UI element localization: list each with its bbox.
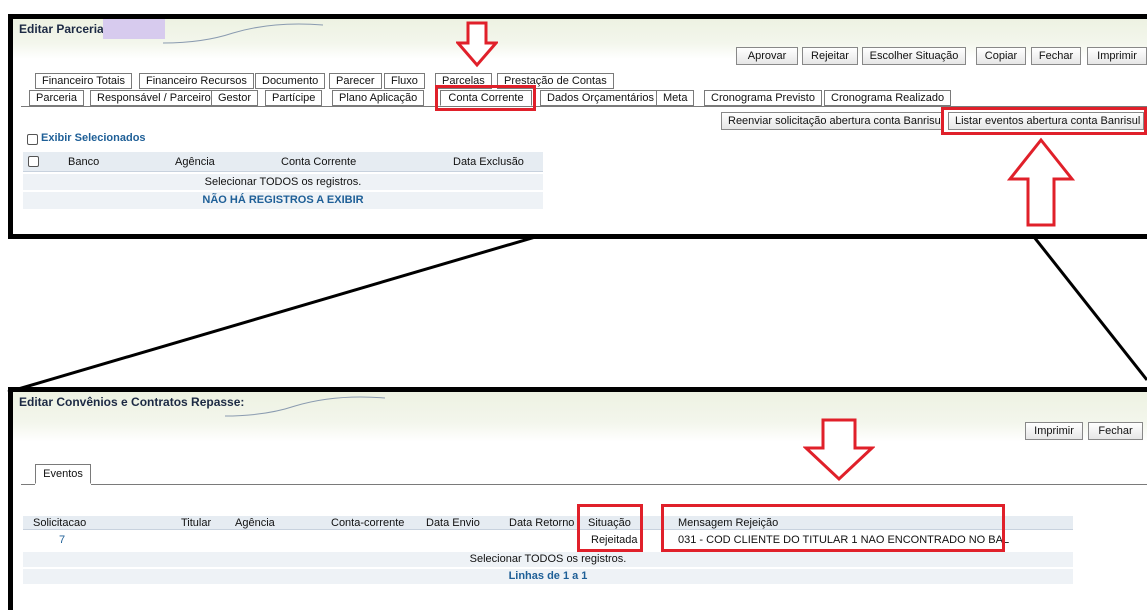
tab-parceria[interactable]: Parceria bbox=[29, 90, 84, 106]
column-conta-corrente: Conta Corrente bbox=[281, 156, 357, 168]
column-data-exclusao: Data Exclusão bbox=[453, 156, 524, 168]
tab-fluxo[interactable]: Fluxo bbox=[384, 73, 425, 89]
row-situacao: Rejeitada bbox=[591, 534, 638, 546]
select-all-label[interactable]: Selecionar TODOS os registros. bbox=[23, 176, 543, 188]
column-solicitacao: Solicitacao bbox=[33, 517, 87, 529]
accounts-grid-header: Banco Agência Conta Corrente Data Exclus… bbox=[23, 152, 543, 172]
close-button[interactable]: Fechar bbox=[1088, 422, 1143, 440]
events-grid-header: Solicitacao Titular Agência Conta-corren… bbox=[23, 516, 1073, 530]
column-mensagem-rejeicao: Mensagem Rejeição bbox=[678, 517, 779, 529]
copy-button[interactable]: Copiar bbox=[976, 47, 1026, 65]
approve-button[interactable]: Aprovar bbox=[736, 47, 798, 65]
tab-participe[interactable]: Partícipe bbox=[265, 90, 323, 106]
select-all-row[interactable]: Selecionar TODOS os registros. bbox=[23, 551, 1073, 567]
tab-eventos[interactable]: Eventos bbox=[35, 464, 91, 484]
reject-button[interactable]: Rejeitar bbox=[802, 47, 858, 65]
tab-parcelas[interactable]: Parcelas bbox=[435, 73, 492, 89]
table-row[interactable]: 7 Rejeitada 031 - COD CLIENTE DO TITULAR… bbox=[23, 531, 1073, 550]
show-selected-checkbox[interactable] bbox=[27, 134, 38, 145]
tab-cronograma-realizado[interactable]: Cronograma Realizado bbox=[824, 90, 952, 106]
events-panel: Editar Convênios e Contratos Repasse: Im… bbox=[8, 387, 1147, 610]
column-agencia: Agência bbox=[175, 156, 215, 168]
row-mensagem: 031 - COD CLIENTE DO TITULAR 1 NAO ENCON… bbox=[678, 534, 1010, 546]
column-banco: Banco bbox=[68, 156, 100, 168]
tab-responsavel-parceiro[interactable]: Responsável / Parceiro bbox=[90, 90, 218, 106]
list-account-events-button[interactable]: Listar eventos abertura conta Banrisul bbox=[948, 112, 1144, 130]
tab-dados-orcamentarios[interactable]: Dados Orçamentários bbox=[540, 90, 661, 106]
edit-partnership-panel: Editar Parceria: Aprovar Rejeitar Escolh… bbox=[8, 14, 1147, 239]
empty-state-text: NÃO HÁ REGISTROS A EXIBIR bbox=[202, 194, 364, 206]
tab-cronograma-previsto[interactable]: Cronograma Previsto bbox=[704, 90, 822, 106]
column-titular: Titular bbox=[181, 517, 212, 529]
tab-gestor[interactable]: Gestor bbox=[211, 90, 259, 106]
title-curve bbox=[163, 23, 323, 44]
row-solicitacao[interactable]: 7 bbox=[59, 534, 65, 546]
tab-underline bbox=[21, 484, 1147, 485]
column-data-retorno: Data Retorno bbox=[509, 517, 575, 529]
column-situacao: Situação bbox=[588, 517, 631, 529]
tab-underline bbox=[21, 106, 1147, 107]
print-button[interactable]: Imprimir bbox=[1087, 47, 1147, 65]
pagination-row: Linhas de 1 a 1 bbox=[23, 568, 1073, 584]
page-title: Editar Convênios e Contratos Repasse: bbox=[19, 395, 245, 409]
choose-status-button[interactable]: Escolher Situação bbox=[862, 47, 966, 65]
tab-documento[interactable]: Documento bbox=[255, 73, 326, 89]
tab-financeiro-totais[interactable]: Financeiro Totais bbox=[35, 73, 132, 89]
tab-financeiro-recursos[interactable]: Financeiro Recursos bbox=[139, 73, 254, 89]
column-conta-corrente: Conta-corrente bbox=[331, 517, 405, 529]
lines-count: Linhas de 1 a 1 bbox=[508, 570, 588, 582]
down-arrow-icon bbox=[456, 21, 498, 68]
show-selected-label[interactable]: Exibir Selecionados bbox=[41, 132, 146, 144]
up-arrow-icon bbox=[1006, 137, 1076, 227]
column-data-envio: Data Envio bbox=[426, 517, 480, 529]
empty-state-row: NÃO HÁ REGISTROS A EXIBIR bbox=[23, 191, 543, 209]
tab-meta[interactable]: Meta bbox=[656, 90, 695, 106]
resend-account-request-button[interactable]: Reenviar solicitação abertura conta Banr… bbox=[721, 112, 943, 130]
column-agencia: Agência bbox=[235, 517, 275, 529]
down-arrow-icon bbox=[803, 418, 875, 482]
select-all-row[interactable]: Selecionar TODOS os registros. bbox=[23, 173, 543, 190]
select-all-checkbox[interactable] bbox=[28, 156, 39, 167]
page-title: Editar Parceria: bbox=[19, 22, 108, 36]
title-curve bbox=[225, 396, 385, 417]
tab-plano-aplicacao[interactable]: Plano Aplicação bbox=[332, 90, 425, 106]
tab-parecer[interactable]: Parecer bbox=[329, 73, 382, 89]
redacted-name-block bbox=[103, 19, 165, 39]
tab-prestacao-de-contas[interactable]: Prestação de Contas bbox=[497, 73, 614, 89]
print-button[interactable]: Imprimir bbox=[1025, 422, 1083, 440]
select-all-label[interactable]: Selecionar TODOS os registros. bbox=[23, 553, 1073, 565]
close-button[interactable]: Fechar bbox=[1031, 47, 1081, 65]
tab-conta-corrente[interactable]: Conta Corrente bbox=[440, 90, 532, 106]
